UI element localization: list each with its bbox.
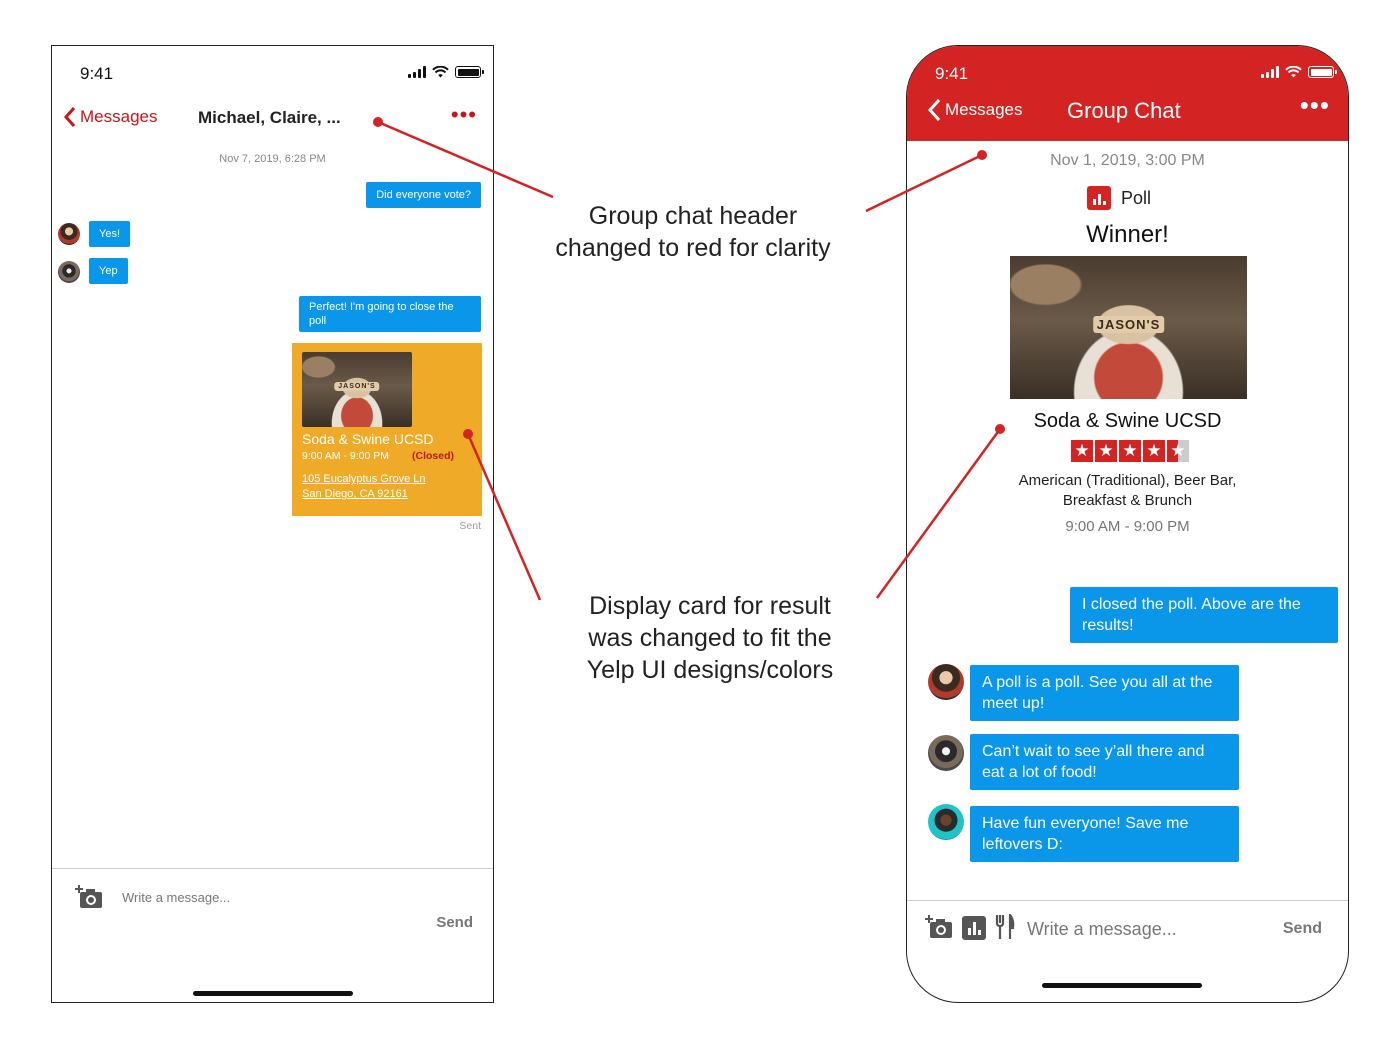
poll-icon <box>1087 186 1111 210</box>
add-photo-icon[interactable] <box>925 914 953 940</box>
categories-line1: American (Traditional), Beer Bar, <box>1018 472 1237 489</box>
poll-label-row: Poll <box>1087 186 1151 210</box>
sent-status: Sent <box>459 520 481 532</box>
message-bubble-incoming: Yep <box>89 258 128 284</box>
message-bubble-outgoing: I closed the poll. Above are the results… <box>1070 587 1338 643</box>
result-card[interactable]: JASON'S Soda & Swine UCSD 9:00 AM - 9:00… <box>292 343 482 516</box>
wifi-icon <box>432 66 449 78</box>
restaurant-icon[interactable] <box>995 914 1015 940</box>
annotation-card-change: Display card for result was changed to f… <box>560 590 860 686</box>
poll-icon[interactable] <box>962 916 986 940</box>
star-rating: ★ ★ ★ ★ ★ <box>1071 440 1189 462</box>
avatar <box>58 223 80 245</box>
send-button[interactable]: Send <box>1283 920 1322 938</box>
composer-divider <box>52 868 493 869</box>
message-bubble-incoming: Yes! <box>89 221 131 247</box>
annotation-line: was changed to fit the <box>588 624 832 652</box>
avatar <box>928 804 964 840</box>
back-button[interactable]: Messages <box>64 106 157 128</box>
back-button[interactable]: Messages <box>927 98 1022 122</box>
message-bubble-outgoing: Perfect! I'm going to close the poll <box>299 296 481 332</box>
send-button[interactable]: Send <box>436 914 473 931</box>
status-icons <box>408 66 484 78</box>
chevron-left-icon <box>64 107 76 127</box>
restaurant-photo: JASON'S <box>302 352 412 427</box>
wifi-icon <box>1285 66 1302 78</box>
restaurant-hours: 9:00 AM - 9:00 PM <box>302 450 389 462</box>
closed-status: (Closed) <box>412 450 454 462</box>
home-indicator <box>1042 983 1202 988</box>
restaurant-hours: 9:00 AM - 9:00 PM <box>1065 518 1190 535</box>
status-icons <box>1261 66 1337 78</box>
avatar <box>928 664 964 700</box>
star-icon: ★ <box>1095 440 1117 462</box>
back-label: Messages <box>80 107 158 126</box>
half-star-icon: ★ <box>1167 440 1189 462</box>
signal-icon <box>1261 66 1279 78</box>
star-icon: ★ <box>1071 440 1093 462</box>
status-time: 9:41 <box>935 64 969 83</box>
back-label: Messages <box>945 100 1023 119</box>
battery-icon <box>1308 66 1337 78</box>
annotation-header-change: Group chat header changed to red for cla… <box>530 200 856 264</box>
address-line1[interactable]: 105 Eucalyptus Grove Ln <box>302 473 426 485</box>
avatar <box>58 261 80 283</box>
message-bubble-incoming: Can’t wait to see y’all there and eat a … <box>970 734 1239 790</box>
restaurant-categories: American (Traditional), Beer Bar, Breakf… <box>907 471 1348 511</box>
restaurant-name[interactable]: Soda & Swine UCSD <box>907 410 1348 433</box>
sign-text: JASON'S <box>1092 316 1165 333</box>
more-options-button[interactable]: ••• <box>451 104 477 126</box>
battery-icon <box>455 66 484 78</box>
restaurant-photo[interactable]: JASON'S <box>1010 256 1247 399</box>
chat-timestamp: Nov 1, 2019, 3:00 PM <box>1050 152 1205 169</box>
annotation-line: Display card for result <box>589 592 831 620</box>
original-phone-mockup: 9:41 Messages Michael, Claire, ... ••• N… <box>51 45 494 1003</box>
winner-heading: Winner! <box>1086 221 1169 248</box>
message-bubble-incoming: Have fun everyone! Save me leftovers D: <box>970 806 1239 862</box>
categories-line2: Breakfast & Brunch <box>1062 492 1193 509</box>
composer-divider <box>907 900 1348 901</box>
chat-title: Michael, Claire, ... <box>198 108 341 127</box>
message-bubble-outgoing: Did everyone vote? <box>366 182 481 208</box>
chevron-left-icon <box>927 98 941 122</box>
redesigned-phone-mockup: 9:41 Messages Group Chat ••• Nov 1, 2019… <box>906 45 1349 1003</box>
add-photo-icon[interactable] <box>74 884 104 910</box>
annotation-line: Group chat header <box>588 202 798 230</box>
annotation-line: changed to red for clarity <box>555 234 831 262</box>
chat-timestamp: Nov 7, 2019, 6:28 PM <box>219 153 326 165</box>
restaurant-name: Soda & Swine UCSD <box>302 431 434 447</box>
more-options-button[interactable]: ••• <box>1300 92 1330 118</box>
status-time: 9:41 <box>80 64 114 83</box>
home-indicator <box>193 991 353 996</box>
signal-icon <box>408 66 426 78</box>
star-icon: ★ <box>1119 440 1141 462</box>
sign-text: JASON'S <box>334 382 380 391</box>
star-icon: ★ <box>1143 440 1165 462</box>
message-input[interactable]: Write a message... <box>1027 919 1177 940</box>
annotation-line: Yelp UI designs/colors <box>586 656 834 684</box>
message-bubble-incoming: A poll is a poll. See you all at the mee… <box>970 665 1239 721</box>
message-input[interactable]: Write a message... <box>122 890 230 905</box>
avatar <box>928 735 964 771</box>
chat-title: Group Chat <box>1067 98 1181 123</box>
red-header: 9:41 Messages Group Chat ••• <box>907 46 1348 141</box>
address-line2[interactable]: San Diego, CA 92161 <box>302 488 408 500</box>
poll-label: Poll <box>1121 187 1152 208</box>
